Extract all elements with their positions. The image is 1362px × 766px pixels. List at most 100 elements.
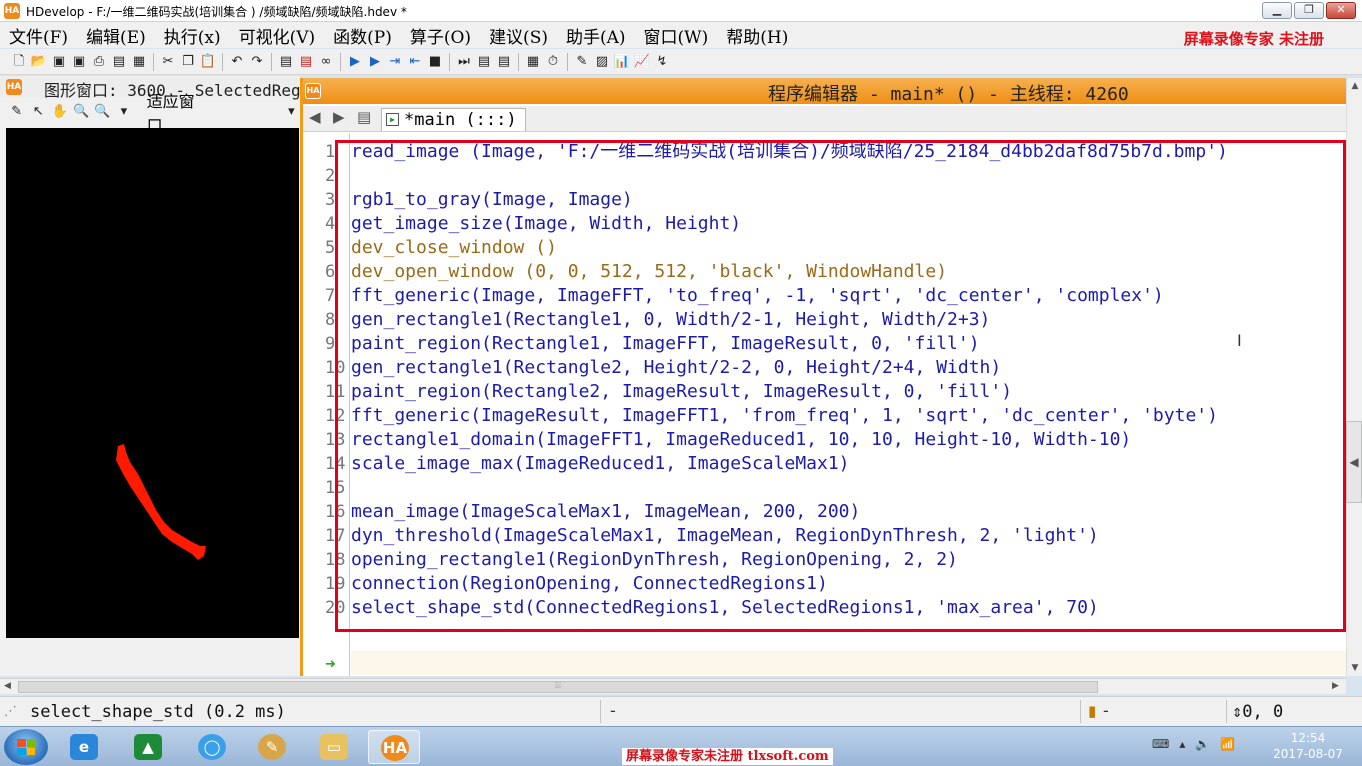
pan-icon[interactable]: ✋ — [51, 103, 68, 121]
volume-icon[interactable]: 🔈 — [1195, 737, 1210, 751]
menu-assistants[interactable]: 助手(A) — [557, 23, 635, 48]
line-number[interactable]: 6 — [325, 260, 349, 284]
code-line[interactable]: read_image (Image, 'F:/一维二维码实战(培训集合)/频域缺… — [351, 140, 1228, 164]
forward-arrow-icon[interactable]: ▶ — [333, 108, 345, 126]
menu-help[interactable]: 帮助(H) — [717, 23, 797, 48]
taskbar-excel[interactable]: ▲ — [122, 730, 174, 764]
graphics-canvas[interactable] — [6, 128, 299, 638]
line-number[interactable]: 10 — [325, 356, 349, 380]
zoom-icon[interactable]: 🔍 — [72, 103, 89, 121]
code-line[interactable]: rectangle1_domain(ImageFFT1, ImageReduce… — [351, 428, 1131, 452]
redo-icon[interactable]: ↷ — [248, 53, 266, 71]
code-line[interactable]: dyn_threshold(ImageScaleMax1, ImageMean,… — [351, 524, 1099, 548]
scroll-up-icon[interactable]: ▲ — [1347, 78, 1362, 94]
line-number[interactable]: 12 — [325, 404, 349, 428]
code-line[interactable]: gen_rectangle1(Rectangle1, 0, Width/2-1,… — [351, 308, 990, 332]
watch-icon[interactable]: ▤ — [495, 53, 513, 71]
paste-icon[interactable]: 📋 — [199, 53, 217, 71]
restore-button[interactable]: ❐ — [1294, 2, 1324, 19]
histogram-icon[interactable]: 📊 — [613, 53, 631, 71]
tray-expand-icon[interactable]: ▴ — [1179, 737, 1185, 751]
undo-icon[interactable]: ↶ — [228, 53, 246, 71]
tab-main[interactable]: ▶ *main (:::) — [381, 108, 526, 131]
save-icon[interactable]: ▣ — [50, 53, 68, 71]
keyboard-icon[interactable]: ⌨ — [1152, 737, 1169, 751]
scroll-down-icon[interactable]: ▼ — [1347, 660, 1362, 676]
open-icon[interactable]: 📂 — [30, 53, 48, 71]
line-number[interactable]: 11 — [325, 380, 349, 404]
collapse-panel-handle[interactable]: ◀ — [1346, 421, 1362, 503]
code-line[interactable]: dev_open_window (0, 0, 512, 512, 'black'… — [351, 260, 947, 284]
breakpoint-icon[interactable]: ▤ — [475, 53, 493, 71]
scroll-left-icon[interactable]: ◀ — [4, 679, 11, 694]
taskbar-folder[interactable]: ▭ — [308, 730, 360, 764]
code-line[interactable]: get_image_size(Image, Width, Height) — [351, 212, 741, 236]
clear-window-icon[interactable]: ✎ — [8, 103, 25, 121]
step-over-icon[interactable]: ⇥ — [386, 53, 404, 71]
line-number[interactable]: 16 — [325, 500, 349, 524]
dropdown-arrow-icon[interactable]: ▾ — [283, 103, 300, 121]
line-number[interactable]: 19 — [325, 572, 349, 596]
start-button[interactable] — [4, 729, 48, 765]
line-number[interactable]: 2 — [325, 164, 349, 188]
line-number[interactable]: 20 — [325, 596, 349, 620]
new-file-icon[interactable]: 🗋 — [10, 53, 28, 71]
line-number[interactable]: 18 — [325, 548, 349, 572]
menu-operators[interactable]: 算子(O) — [401, 23, 480, 48]
system-clock[interactable]: 12:54 2017-08-07 — [1268, 730, 1348, 762]
run-icon[interactable]: ▶ — [346, 53, 364, 71]
timer-icon[interactable]: ⏱ — [544, 53, 562, 71]
code-line[interactable]: fft_generic(ImageResult, ImageFFT1, 'fro… — [351, 404, 1218, 428]
code-line[interactable]: paint_region(Rectangle1, ImageFFT, Image… — [351, 332, 980, 356]
scroll-right-icon[interactable]: ▶ — [1332, 679, 1339, 694]
menu-procedures[interactable]: 函数(P) — [324, 23, 401, 48]
line-number[interactable]: 9 — [325, 332, 349, 356]
export-icon[interactable]: ▦ — [130, 53, 148, 71]
code-line[interactable]: gen_rectangle1(Rectangle2, Height/2-2, 0… — [351, 356, 1001, 380]
menu-window[interactable]: 窗口(W) — [635, 23, 718, 48]
line-number[interactable]: 14 — [325, 452, 349, 476]
code-line[interactable]: rgb1_to_gray(Image, Image) — [351, 188, 633, 212]
close-button[interactable]: ✕ — [1326, 2, 1356, 19]
code-line[interactable]: paint_region(Rectangle2, ImageResult, Im… — [351, 380, 1012, 404]
line-number[interactable]: 1 — [325, 140, 349, 164]
chevron-down-icon[interactable]: ▾ — [115, 103, 132, 121]
reset-icon[interactable]: ⏭ — [455, 53, 473, 71]
line-number[interactable]: 3 — [325, 188, 349, 212]
image-acq-icon[interactable]: ▨ — [593, 53, 611, 71]
code-line[interactable]: scale_image_max(ImageReduced1, ImageScal… — [351, 452, 850, 476]
print-icon[interactable]: ⎙ — [90, 53, 108, 71]
menu-file[interactable]: 文件(F) — [0, 23, 77, 48]
taskbar-ie[interactable]: e — [58, 730, 110, 764]
network-icon[interactable]: 📶 — [1220, 737, 1235, 751]
line-number[interactable]: 8 — [325, 308, 349, 332]
menu-visualization[interactable]: 可视化(V) — [230, 23, 325, 48]
code-line[interactable]: select_shape_std(ConnectedRegions1, Sele… — [351, 596, 1099, 620]
zoom-menu-icon[interactable]: 🔍 — [94, 103, 111, 121]
code-line[interactable]: fft_generic(Image, ImageFFT, 'to_freq', … — [351, 284, 1164, 308]
pointer-icon[interactable]: ↖ — [29, 103, 46, 121]
menu-execute[interactable]: 执行(x) — [155, 23, 230, 48]
code-area[interactable]: read_image (Image, 'F:/一维二维码实战(培训集合)/频域缺… — [351, 133, 1349, 676]
taskbar-paint[interactable]: ✎ — [246, 730, 298, 764]
line-number[interactable]: 5 — [325, 236, 349, 260]
code-line[interactable]: dev_close_window () — [351, 236, 557, 260]
line-number[interactable]: 17 — [325, 524, 349, 548]
save-all-icon[interactable]: ▣ — [70, 53, 88, 71]
glasses-icon[interactable]: ∞ — [317, 53, 335, 71]
code-line[interactable]: mean_image(ImageScaleMax1, ImageMean, 20… — [351, 500, 860, 524]
line-number[interactable]: 4 — [325, 212, 349, 236]
step-icon[interactable]: ▶ — [366, 53, 384, 71]
insert-icon[interactable]: ▤ — [277, 53, 295, 71]
minimize-button[interactable]: ▁ — [1262, 2, 1292, 19]
stop-icon[interactable]: ■ — [426, 53, 444, 71]
taskbar-hdevelop[interactable]: HA — [368, 730, 420, 764]
line-number[interactable]: 13 — [325, 428, 349, 452]
editor-vertical-scrollbar[interactable]: ▲ ▼ — [1346, 78, 1362, 676]
procedure-icon[interactable]: ▤ — [357, 108, 371, 126]
horizontal-scrollbar[interactable]: ◀ ⦙⦙⦙ ▶ — [0, 678, 1346, 694]
step-back-icon[interactable]: ⇤ — [406, 53, 424, 71]
menu-edit[interactable]: 编辑(E) — [77, 23, 155, 48]
delete-icon[interactable]: ▤ — [297, 53, 315, 71]
assistant-icon[interactable]: ✎ — [573, 53, 591, 71]
